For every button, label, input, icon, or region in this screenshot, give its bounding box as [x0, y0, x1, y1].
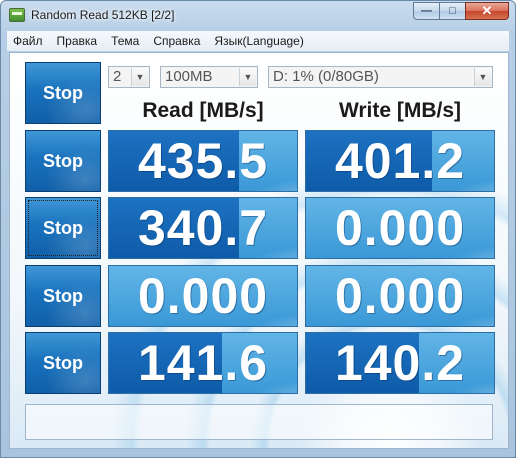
app-icon — [9, 8, 25, 22]
test-count-select[interactable]: 2 ▼ — [108, 66, 150, 88]
minimize-icon: — — [421, 5, 432, 17]
menu-language[interactable]: Язык(Language) — [208, 34, 311, 48]
minimize-button[interactable]: — — [413, 2, 439, 20]
4k-qd32-write-value: 140.2 — [334, 335, 466, 391]
chevron-down-icon: ▼ — [239, 68, 256, 86]
4k-write-result: 0.000 — [305, 265, 495, 327]
4k-read-value: 0.000 — [137, 268, 269, 324]
drive-select[interactable]: D: 1% (0/80GB) ▼ — [268, 66, 493, 88]
stop-4k-qd32-button[interactable]: Stop — [25, 332, 101, 394]
512k-write-value: 0.000 — [334, 200, 466, 256]
4k-qd32-read-value: 141.6 — [137, 335, 269, 391]
maximize-button[interactable]: □ — [439, 2, 465, 20]
seq-write-result: 401.2 — [305, 130, 495, 192]
menu-bar: Файл Правка Тема Справка Язык(Language) — [7, 31, 509, 51]
test-count-value: 2 — [113, 68, 122, 85]
4k-qd32-read-result: 141.6 — [108, 332, 298, 394]
stop-4k-label: Stop — [43, 285, 83, 306]
stop-4k-qd32-label: Stop — [43, 352, 83, 373]
write-header: Write [MB/s] — [338, 99, 462, 122]
seq-read-result: 435.5 — [108, 130, 298, 192]
stop-4k-button[interactable]: Stop — [25, 265, 101, 327]
app-window: Random Read 512KB [2/2] — □ ✕ Файл Правк… — [0, 0, 516, 458]
512k-read-value: 340.7 — [137, 200, 269, 256]
caption-buttons: — □ ✕ — [413, 2, 509, 21]
close-icon: ✕ — [481, 3, 493, 18]
menu-edit[interactable]: Правка — [51, 34, 106, 48]
stop-512k-button[interactable]: Stop — [25, 197, 101, 259]
menu-help[interactable]: Справка — [147, 34, 208, 48]
window-title: Random Read 512KB [2/2] — [31, 8, 175, 22]
client-area: Stop 2 ▼ 100MB ▼ D: 1% (0/80GB) ▼ Read [… — [9, 52, 509, 449]
title-bar[interactable]: Random Read 512KB [2/2] — □ ✕ — [1, 1, 515, 31]
stop-512k-label: Stop — [43, 217, 83, 238]
seq-write-value: 401.2 — [334, 133, 466, 189]
4k-read-result: 0.000 — [108, 265, 298, 327]
4k-qd32-write-result: 140.2 — [305, 332, 495, 394]
menu-file[interactable]: Файл — [7, 34, 51, 48]
512k-write-result: 0.000 — [305, 197, 495, 259]
seq-read-value: 435.5 — [137, 133, 269, 189]
stop-seq-button[interactable]: Stop — [25, 130, 101, 192]
512k-read-result: 340.7 — [108, 197, 298, 259]
chevron-down-icon: ▼ — [131, 68, 148, 86]
test-size-value: 100MB — [165, 68, 213, 85]
stop-seq-label: Stop — [43, 150, 83, 171]
4k-write-value: 0.000 — [334, 268, 466, 324]
drive-value: D: 1% (0/80GB) — [273, 68, 379, 85]
maximize-icon: □ — [449, 5, 456, 17]
chevron-down-icon: ▼ — [474, 68, 491, 86]
test-size-select[interactable]: 100MB ▼ — [160, 66, 258, 88]
comment-field[interactable] — [25, 404, 493, 440]
read-header: Read [MB/s] — [142, 99, 264, 122]
close-button[interactable]: ✕ — [465, 2, 509, 20]
stop-all-label: Stop — [43, 82, 83, 103]
stop-all-button[interactable]: Stop — [25, 62, 101, 124]
menu-theme[interactable]: Тема — [105, 34, 147, 48]
